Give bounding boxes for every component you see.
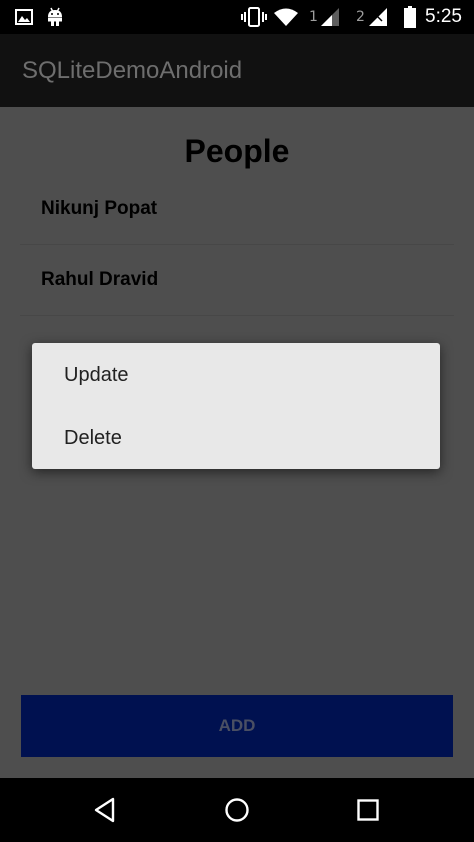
menu-item-delete[interactable]: Delete bbox=[32, 406, 440, 469]
recents-icon[interactable] bbox=[328, 778, 408, 842]
signal-sim2-icon bbox=[366, 0, 390, 34]
image-icon bbox=[14, 0, 34, 34]
status-clock: 5:25 bbox=[425, 6, 462, 27]
back-icon[interactable] bbox=[65, 778, 145, 842]
list-item-person[interactable]: Nikunj Popat bbox=[20, 174, 454, 245]
menu-item-label: Update bbox=[64, 364, 129, 386]
page-title: People bbox=[184, 133, 290, 169]
android-icon bbox=[44, 0, 66, 34]
app-title: SQLiteDemoAndroid bbox=[22, 57, 243, 84]
context-menu: Update Delete bbox=[32, 343, 440, 469]
wifi-icon bbox=[272, 0, 300, 34]
menu-item-label: Delete bbox=[64, 427, 122, 449]
signal-sim1-icon bbox=[318, 0, 342, 34]
status-bar: 1 2 5:25 bbox=[0, 0, 474, 34]
add-button[interactable]: ADD bbox=[21, 695, 453, 757]
app-bar: SQLiteDemoAndroid bbox=[0, 34, 474, 107]
person-name: Nikunj Popat bbox=[41, 198, 158, 219]
battery-icon bbox=[402, 0, 418, 34]
vibrate-icon bbox=[240, 0, 268, 34]
person-name: Rahul Dravid bbox=[41, 269, 159, 290]
sim2-label: 2 bbox=[356, 9, 365, 25]
list-item-person[interactable]: Rahul Dravid bbox=[20, 245, 454, 316]
navigation-bar bbox=[0, 778, 474, 842]
home-icon[interactable] bbox=[197, 778, 277, 842]
sim1-label: 1 bbox=[309, 9, 318, 25]
menu-item-update[interactable]: Update bbox=[32, 343, 440, 406]
